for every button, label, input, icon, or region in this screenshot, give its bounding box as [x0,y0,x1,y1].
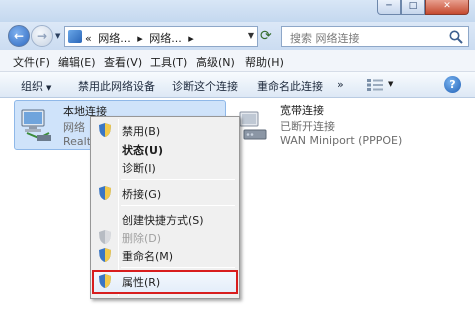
menu-item-status[interactable]: 状态(U) [93,139,237,159]
forward-arrow-icon: → [36,29,48,43]
menu-separator [121,179,235,180]
address-bar[interactable]: « 网络... ▸ 网络... ▸ ▼ [64,26,258,47]
menu-help[interactable]: 帮助(H) [245,54,284,70]
network-adapter-icon [21,109,51,141]
menu-advanced[interactable]: 高级(N) [196,54,235,70]
menu-separator [121,267,235,268]
uac-shield-icon [99,123,111,137]
uac-shield-icon [99,230,111,244]
title-bar: ─ □ ✕ [0,0,475,22]
connection-status: 网络 [63,121,85,134]
back-button[interactable]: ← [8,25,30,47]
menu-item-label: 桥接(G) [122,188,162,201]
forward-button[interactable]: → [31,25,53,47]
menu-bar: 文件(F) 编辑(E) 查看(V) 工具(T) 高级(N) 帮助(H) [0,50,475,72]
menu-item-label: 诊断(I) [122,162,156,175]
connection-status: 已断开连接 [280,120,335,133]
maximize-button[interactable]: □ [401,0,425,15]
breadcrumb-item[interactable]: 网络... [98,32,131,45]
breadcrumb-overflow[interactable]: « [85,32,92,45]
search-icon[interactable] [448,29,464,45]
breadcrumb: « 网络... ▸ 网络... ▸ [85,30,197,46]
menu-item-rename[interactable]: 重命名(M) [93,245,237,265]
menu-item-disable[interactable]: 禁用(B) [93,120,237,140]
network-folder-icon [68,30,82,43]
menu-item-diagnose[interactable]: 诊断(I) [93,157,237,177]
menu-item-label: 禁用(B) [122,125,161,138]
close-button[interactable]: ✕ [425,0,469,15]
menu-item-label: 删除(D) [122,232,162,245]
views-dropdown-icon[interactable]: ▼ [388,80,393,88]
back-arrow-icon: ← [13,29,25,43]
more-commands-button[interactable]: » [337,78,344,91]
menu-item-label: 属性(R) [122,276,161,289]
menu-view[interactable]: 查看(V) [104,54,142,70]
uac-shield-icon [99,274,111,288]
menu-separator [121,205,235,206]
broadband-modem-icon [239,111,267,140]
rename-button[interactable]: 重命名此连接 [257,78,323,94]
recent-pages-dropdown-icon[interactable]: ▼ [55,32,60,40]
menu-item-label: 状态(U) [122,144,163,157]
help-icon[interactable]: ? [444,76,461,93]
menu-edit[interactable]: 编辑(E) [58,54,96,70]
menu-item-properties[interactable]: 属性(R) [92,270,238,294]
diagnose-button[interactable]: 诊断这个连接 [172,78,238,94]
menu-item-label: 重命名(M) [122,250,174,263]
connection-device: WAN Miniport (PPPOE) [280,134,403,147]
command-bar: 组织 ▼ 禁用此网络设备 诊断这个连接 重命名此连接 » ▼ ? [0,72,475,98]
organize-button[interactable]: 组织 ▼ [21,78,51,94]
navigation-bar: ← → ▼ « 网络... ▸ 网络... ▸ ▼ ⟳ 搜索 网络连接 [0,22,475,50]
menu-file[interactable]: 文件(F) [13,54,50,70]
menu-item-delete: 删除(D) [93,227,237,247]
menu-item-create-shortcut[interactable]: 创建快捷方式(S) [93,209,237,229]
connection-broadband[interactable]: 宽带连接 已断开连接 WAN Miniport (PPPOE) [232,100,432,150]
address-dropdown-icon[interactable]: ▼ [248,31,254,40]
breadcrumb-separator[interactable]: ▸ [137,32,143,45]
connection-name: 宽带连接 [280,104,324,117]
breadcrumb-item[interactable]: 网络... [149,32,182,45]
minimize-button[interactable]: ─ [377,0,401,15]
menu-tools[interactable]: 工具(T) [150,54,187,70]
context-menu: 禁用(B) 状态(U) 诊断(I) 桥接(G) 创建快捷方式(S) 删除(D) … [90,116,240,299]
organize-label: 组织 [21,80,43,93]
chevron-down-icon: ▼ [46,84,52,92]
disable-device-button[interactable]: 禁用此网络设备 [78,78,155,94]
search-box[interactable]: 搜索 网络连接 [281,26,469,47]
uac-shield-icon [99,186,111,200]
change-view-icon[interactable] [367,78,383,92]
menu-item-label: 创建快捷方式(S) [122,214,204,227]
refresh-icon[interactable]: ⟳ [260,28,272,44]
search-input[interactable]: 搜索 网络连接 [290,30,360,46]
breadcrumb-separator[interactable]: ▸ [188,32,194,45]
uac-shield-icon [99,248,111,262]
menu-item-bridge[interactable]: 桥接(G) [93,183,237,203]
